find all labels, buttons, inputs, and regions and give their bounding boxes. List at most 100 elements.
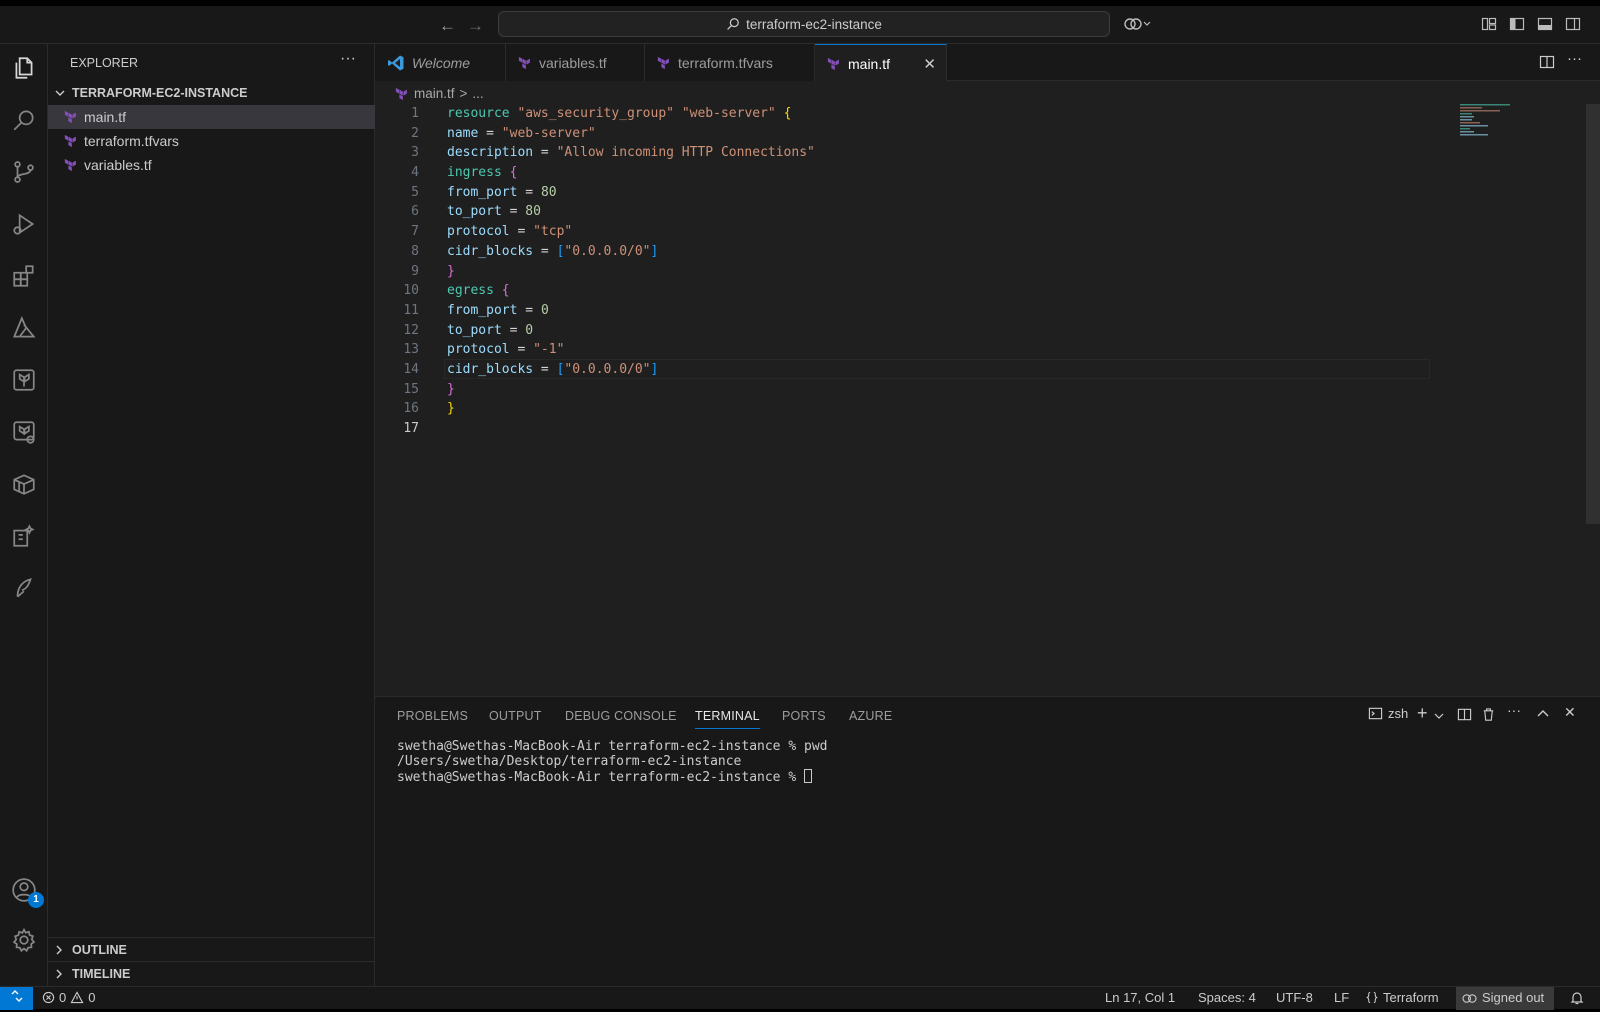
indentation[interactable]: Spaces: 4	[1198, 990, 1256, 1005]
tab-welcome[interactable]: Welcome	[375, 44, 506, 81]
copilot-status[interactable]: Signed out	[1456, 987, 1554, 1010]
line-content: protocol = "tcp"	[447, 224, 573, 240]
terminal-shell-selector[interactable]: zsh	[1368, 706, 1408, 721]
line-number: 5	[411, 184, 419, 200]
tab-terraform-tfvars[interactable]: terraform.tfvars	[645, 44, 815, 81]
tab-main-tf[interactable]: main.tf ✕	[815, 44, 947, 82]
new-terminal-icon[interactable]: +	[1417, 703, 1428, 724]
other-extension-icon[interactable]	[8, 572, 40, 604]
outline-section[interactable]: OUTLINE	[48, 937, 375, 961]
minimap[interactable]	[1460, 104, 1520, 144]
timeline-section[interactable]: TIMELINE	[48, 961, 375, 985]
line-number: 10	[403, 283, 419, 299]
code-line: 17	[375, 419, 1455, 439]
tab-output[interactable]: OUTPUT	[489, 709, 542, 723]
chevron-down-icon	[55, 90, 65, 96]
timeline-label: TIMELINE	[72, 966, 131, 981]
terraform-cloud-icon[interactable]	[8, 416, 40, 448]
search-icon[interactable]	[8, 104, 40, 136]
file-variables-tf[interactable]: variables.tf	[48, 153, 375, 177]
line-content: to_port = 0	[447, 322, 534, 338]
workspace-folder[interactable]: TERRAFORM-EC2-INSTANCE	[48, 82, 375, 104]
extensions-icon[interactable]	[8, 260, 40, 292]
command-center-search[interactable]: terraform-ec2-instance	[498, 11, 1110, 37]
editor-scrollbar[interactable]	[1586, 104, 1600, 524]
code-line: 6 to_port = 80	[375, 202, 1455, 222]
azure-icon[interactable]	[8, 312, 40, 344]
end-of-line[interactable]: LF	[1334, 990, 1349, 1005]
split-terminal-icon[interactable]	[1457, 707, 1472, 725]
close-panel-icon[interactable]: ✕	[1564, 704, 1576, 721]
terminal-prompt-line: swetha@Swethas-MacBook-Air terraform-ec2…	[397, 769, 827, 785]
remote-containers-icon[interactable]	[8, 468, 40, 500]
tab-variables-tf[interactable]: variables.tf	[506, 44, 645, 81]
line-number: 11	[403, 302, 419, 318]
line-number: 17	[403, 421, 419, 436]
editor-more-icon[interactable]: ···	[1567, 50, 1582, 67]
terraform-icon[interactable]	[8, 364, 40, 396]
layout-customize-icon[interactable]	[1481, 16, 1497, 37]
terminal-output[interactable]: swetha@Swethas-MacBook-Air terraform-ec2…	[397, 739, 827, 785]
problems-status[interactable]: 0 0	[42, 990, 95, 1005]
file-label: main.tf	[84, 109, 127, 125]
command-center-label: terraform-ec2-instance	[746, 16, 882, 32]
close-tab-icon[interactable]: ✕	[923, 55, 936, 73]
line-content: ingress {	[447, 165, 518, 181]
split-editor-icon[interactable]	[1539, 54, 1555, 74]
code-line: 12 to_port = 0	[375, 321, 1455, 341]
language-mode[interactable]: Terraform	[1366, 990, 1439, 1005]
source-control-icon[interactable]	[8, 156, 40, 188]
line-number: 7	[411, 224, 419, 240]
line-number: 9	[411, 263, 419, 279]
file-label: terraform.tfvars	[84, 133, 179, 149]
remote-indicator-icon[interactable]	[0, 987, 33, 1010]
panel-more-icon[interactable]: ···	[1507, 702, 1521, 718]
line-number: 3	[411, 145, 419, 161]
status-bar: 0 0 Ln 17, Col 1 Spaces: 4 UTF-8 LF Terr…	[0, 986, 1600, 1010]
tab-debug-console[interactable]: DEBUG CONSOLE	[565, 709, 677, 723]
line-number: 13	[403, 342, 419, 358]
line-number: 12	[403, 322, 419, 338]
tab-terminal[interactable]: TERMINAL	[695, 709, 760, 729]
explorer-more-icon[interactable]: ···	[340, 50, 356, 68]
code-line: 8 cidr_blocks = ["0.0.0.0/0"]	[375, 242, 1455, 262]
code-editor[interactable]: 1 resource "aws_security_group" "web-serv…	[375, 104, 1455, 439]
settings-gear-icon[interactable]	[8, 924, 40, 956]
terminal-icon	[1368, 707, 1383, 720]
terraform-file-icon	[64, 110, 76, 124]
toggle-primary-sidebar-icon[interactable]	[1509, 16, 1525, 37]
code-line: 13 protocol = "-1"	[375, 340, 1455, 360]
encoding[interactable]: UTF-8	[1276, 990, 1313, 1005]
toggle-panel-icon[interactable]	[1537, 16, 1553, 37]
forward-arrow-icon[interactable]: →	[467, 16, 484, 36]
code-line: 15}	[375, 380, 1455, 400]
trash-icon[interactable]	[1481, 707, 1496, 725]
breadcrumb-file[interactable]: main.tf	[414, 86, 455, 101]
chevron-down-icon[interactable]	[1434, 708, 1444, 724]
explorer-icon[interactable]	[8, 52, 40, 84]
code-line: 4 ingress {	[375, 163, 1455, 183]
breadcrumb-symbols[interactable]: ...	[472, 86, 483, 101]
tab-azure[interactable]: AZURE	[849, 709, 892, 723]
chevron-right-icon	[56, 945, 62, 954]
code-line: 1 resource "aws_security_group" "web-serv…	[375, 104, 1455, 124]
maximize-panel-icon[interactable]	[1536, 707, 1550, 724]
file-terraform-tfvars[interactable]: terraform.tfvars	[48, 129, 375, 153]
tab-label: terraform.tfvars	[678, 54, 773, 71]
terminal-cursor	[804, 769, 812, 783]
run-and-debug-icon[interactable]	[8, 208, 40, 240]
terraform-file-icon	[657, 56, 669, 69]
bell-icon[interactable]	[1570, 991, 1584, 1008]
back-arrow-icon[interactable]: ←	[439, 16, 456, 36]
extension-pack-icon[interactable]	[8, 520, 40, 552]
tab-ports[interactable]: PORTS	[782, 709, 826, 723]
line-content: protocol = "-1"	[447, 342, 565, 358]
cursor-position[interactable]: Ln 17, Col 1	[1105, 990, 1175, 1005]
copilot-icon[interactable]	[1124, 16, 1152, 37]
file-main-tf[interactable]: main.tf	[48, 105, 375, 129]
toggle-secondary-sidebar-icon[interactable]	[1565, 16, 1581, 37]
tab-problems[interactable]: PROBLEMS	[397, 709, 468, 723]
file-label: variables.tf	[84, 157, 152, 173]
code-line: 14 cidr_blocks = ["0.0.0.0/0"]	[375, 360, 1455, 380]
accounts-icon[interactable]: 1	[8, 874, 44, 908]
